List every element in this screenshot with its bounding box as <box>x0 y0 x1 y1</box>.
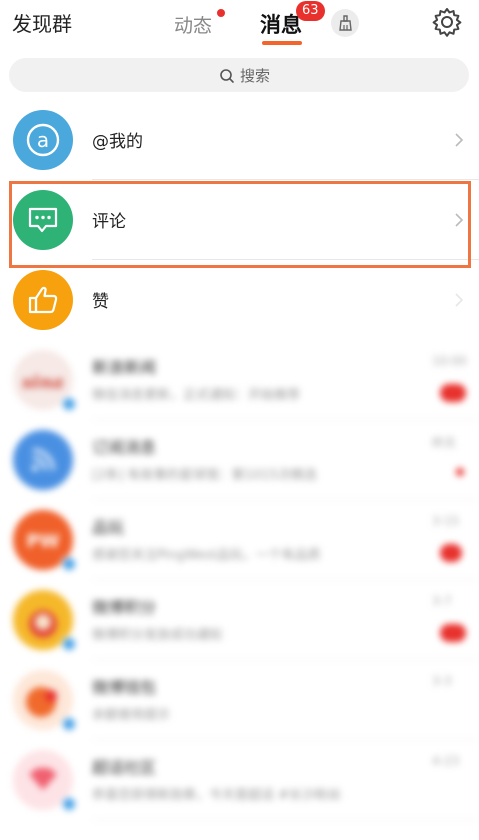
conversation-avatar <box>13 430 73 490</box>
svg-text:sina: sina <box>21 372 64 393</box>
blurred-conversation-list: sina 新浪新闻 微信消息更新，正式通知：开始推荐 10:00 订阅消息 [2… <box>0 340 479 840</box>
conversation-time: 10:00 <box>432 354 467 368</box>
conversation-avatar <box>13 590 77 652</box>
list-item[interactable]: 超话社区 恭喜您获得新勋章，今天是超话 #长沙粉丝 4-23 <box>0 740 479 820</box>
conversation-time: 昨天 <box>432 436 457 450</box>
search-content: 搜索 <box>219 65 270 86</box>
highlight-box <box>9 181 471 268</box>
list-item-title: 赞 <box>92 292 109 312</box>
conversation-avatar <box>13 750 77 812</box>
svg-text:a: a <box>37 128 49 152</box>
list-item[interactable]: 订阅消息 [2条] 有故事的星球馆：第1015次精选 昨天 <box>0 420 479 500</box>
divider <box>92 819 479 820</box>
search-placeholder: 搜索 <box>240 67 271 85</box>
active-tab-indicator <box>262 41 302 45</box>
conversation-title: 超话社区 <box>92 758 157 777</box>
messages-count-badge: 63 <box>296 1 325 21</box>
conversation-title: 微博积分 <box>92 598 157 617</box>
thumbs-up-icon <box>28 286 58 314</box>
conversation-time: 4-23 <box>432 754 460 768</box>
list-item[interactable]: 微博积分 微博积分发放成功通知 3-7 <box>0 580 479 660</box>
discover-groups-button[interactable]: 发现群 <box>12 8 72 37</box>
search-bar[interactable]: 搜索 <box>9 58 469 92</box>
list-item-likes[interactable]: 赞 <box>0 260 479 340</box>
conversation-title: 品玩 <box>92 518 125 537</box>
chevron-right-icon <box>455 133 464 147</box>
conversation-time: 3-15 <box>432 514 460 528</box>
conversation-title: 订阅消息 <box>92 438 157 457</box>
conversation-preview: 微信消息更新，正式通知：开始推荐 <box>92 388 301 403</box>
settings-button[interactable] <box>431 6 463 38</box>
mentions-avatar: a <box>13 110 73 170</box>
list-item-title: @我的 <box>92 132 143 152</box>
verified-badge <box>61 556 77 572</box>
conversation-preview: 恭喜您获得新勋章，今天是超话 #长沙粉丝 <box>92 788 342 803</box>
verified-badge <box>61 796 77 812</box>
clear-unread-button[interactable] <box>331 9 359 37</box>
list-item[interactable]: 微博钱包 余额使用提示 3-3 <box>0 660 479 740</box>
conversation-avatar <box>13 670 77 732</box>
top-bar: 发现群 动态 消息 63 <box>0 0 479 50</box>
broom-icon <box>339 15 352 31</box>
conversation-preview: 余额使用提示 <box>92 708 171 723</box>
conversation-time: 3-7 <box>432 594 452 608</box>
tab-dynamic[interactable]: 动态 <box>174 11 212 38</box>
verified-badge <box>61 636 77 652</box>
rss-icon <box>32 448 55 471</box>
conversation-title: 微博钱包 <box>92 678 157 697</box>
conversation-preview: 感谢您关注PingWest品玩，一个有品质 <box>92 548 321 563</box>
dynamic-unread-dot <box>217 9 225 17</box>
search-icon <box>220 68 234 83</box>
unread-badge <box>440 624 466 642</box>
conversation-avatar: sina <box>13 350 77 412</box>
verified-badge <box>61 396 77 412</box>
svg-text:PW: PW <box>26 531 59 552</box>
conversation-title: 新浪新闻 <box>92 358 157 377</box>
list-item[interactable]: PW 品玩 感谢您关注PingWest品玩，一个有品质 3-15 <box>0 500 479 580</box>
conversation-avatar: PW <box>13 510 77 572</box>
gear-icon <box>432 8 462 37</box>
list-item-mentions[interactable]: a @我的 <box>0 100 479 180</box>
unread-badge <box>440 384 466 402</box>
conversation-time: 3-3 <box>432 674 452 688</box>
verified-badge <box>61 716 77 732</box>
unread-dot <box>456 468 464 476</box>
conversation-preview: [2条] 有故事的星球馆：第1015次精选 <box>92 468 317 483</box>
conversation-preview: 微博积分发放成功通知 <box>92 628 223 643</box>
unread-badge <box>440 544 462 562</box>
chevron-right-icon <box>455 293 464 307</box>
list-item[interactable]: sina 新浪新闻 微信消息更新，正式通知：开始推荐 10:00 <box>0 340 479 420</box>
likes-avatar <box>13 270 73 330</box>
at-icon: a <box>26 123 60 157</box>
